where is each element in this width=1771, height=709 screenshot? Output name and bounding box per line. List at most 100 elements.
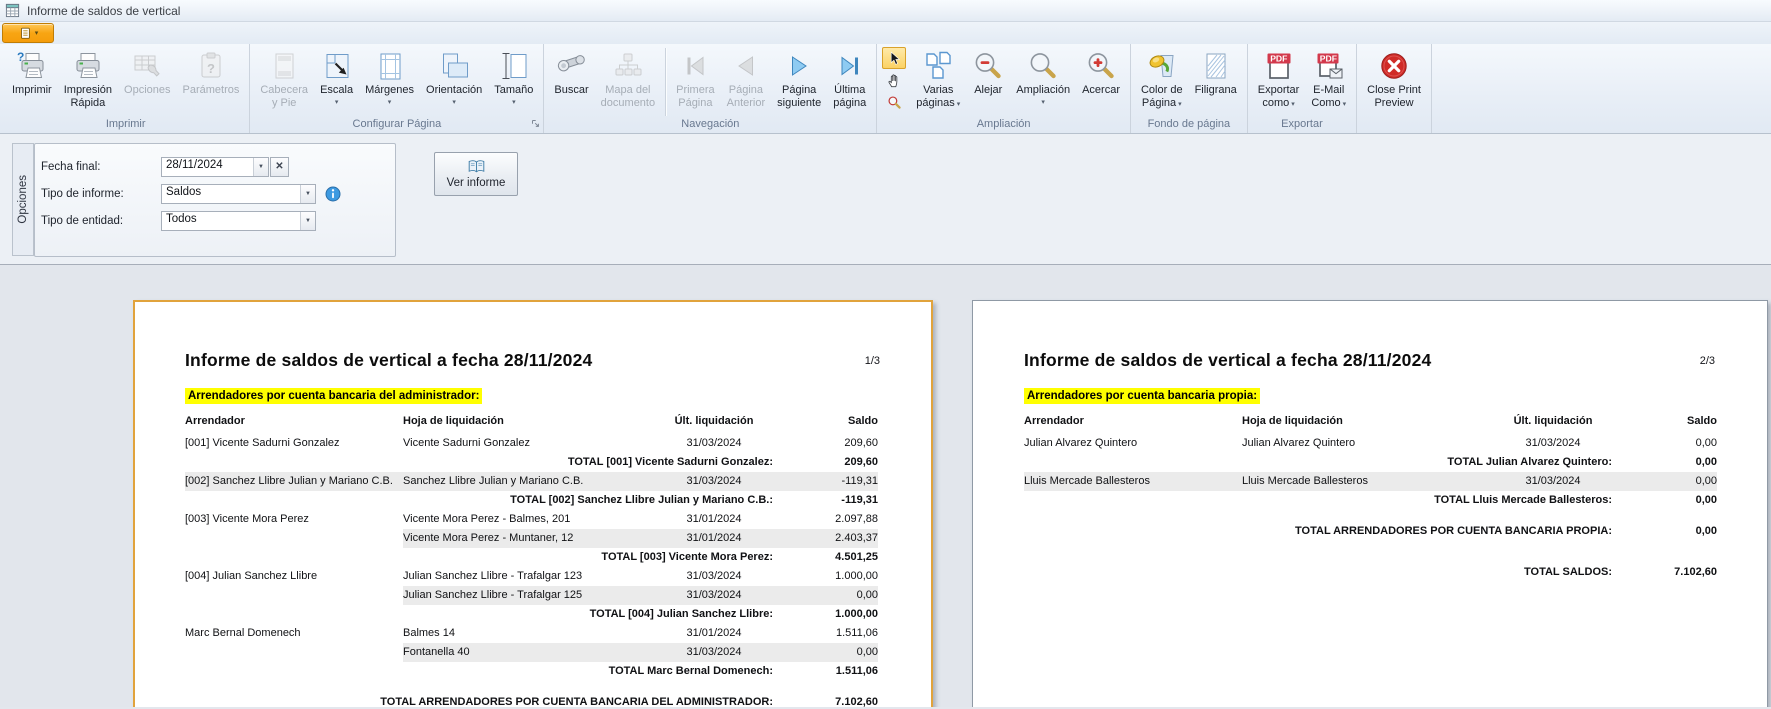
table-row: [003] Vicente Mora PerezVicente Mora Per…	[185, 510, 878, 529]
total-label: TOTAL Julian Alvarez Quintero:	[1024, 453, 1612, 472]
subtotal-row: TOTAL Julian Alvarez Quintero:0,00	[1024, 453, 1717, 472]
cabecera-y-pie-button: Cabeceray Pie	[254, 47, 314, 109]
chevron-down-icon: ▾	[1176, 101, 1181, 108]
ribbon-group-fondo-de-pagina: Color dePágina ▾FiligranaFondo de página	[1131, 44, 1248, 133]
total-label: TOTAL [001] Vicente Sadurni Gonzalez:	[185, 453, 773, 472]
table-cell: 31/03/2024	[655, 643, 773, 662]
clear-date-button[interactable]: ✕	[270, 157, 289, 177]
column-header: Hoja de liquidación	[403, 413, 655, 434]
svg-text:?: ?	[207, 61, 215, 76]
table-row: Vicente Mora Perez - Muntaner, 1231/01/2…	[185, 529, 878, 548]
table-row: Julian Alvarez QuinteroJulian Alvarez Qu…	[1024, 434, 1717, 453]
buscar-button[interactable]: Buscar	[548, 47, 594, 97]
color-de-pagina-button[interactable]: Color dePágina ▾	[1135, 47, 1189, 111]
ampliacion-button[interactable]: Ampliación▾	[1010, 47, 1076, 109]
report-page-2-of-3[interactable]: Informe de saldos de vertical a fecha 28…	[972, 300, 1768, 707]
mano-button[interactable]	[882, 69, 906, 91]
chevron-down-icon[interactable]: ▼	[300, 212, 315, 230]
subtotal-row: TOTAL Lluis Mercade Ballesteros:0,00	[1024, 491, 1717, 510]
binoculars-icon	[556, 49, 588, 82]
ribbon-group-label: Imprimir	[2, 117, 249, 133]
chevron-down-icon: ▾	[35, 29, 39, 37]
escala-button[interactable]: Escala▾	[314, 47, 359, 109]
grand-total-row: TOTAL ARRENDADORES POR CUENTA BANCARIA D…	[185, 681, 878, 707]
tipo-entidad-select[interactable]: Todos ▼	[161, 211, 316, 231]
total-label: TOTAL ARRENDADORES POR CUENTA BANCARIA D…	[185, 681, 773, 707]
ribbon-group-imprimir: ?ImprimirImpresiónRápidaOpciones?Parámet…	[2, 44, 250, 133]
table-cell: 31/03/2024	[655, 567, 773, 586]
application-menu-button[interactable]: ▾	[2, 23, 54, 43]
table-cell: Julian Alvarez Quintero	[1242, 434, 1494, 453]
table-cell: 1.000,00	[773, 567, 878, 586]
subtotal-row: TOTAL [001] Vicente Sadurni Gonzalez:209…	[185, 453, 878, 472]
dialog-launcher-icon[interactable]	[530, 118, 541, 129]
magnifier-icon	[1027, 49, 1059, 82]
total-value: 0,00	[1612, 453, 1717, 472]
ribbon-group-configurar-pagina: Cabeceray PieEscala▾Márgenes▾Orientación…	[250, 44, 544, 133]
section-heading: Arrendadores por cuenta bancaria propia:	[1024, 388, 1260, 404]
ribbon-group-label: Ampliación	[877, 117, 1130, 133]
table-cell: Marc Bernal Domenech	[185, 624, 403, 643]
margenes-button[interactable]: Márgenes▾	[359, 47, 420, 109]
impresion-rapida-button[interactable]: ImpresiónRápida	[58, 47, 118, 109]
tipo-informe-select[interactable]: Saldos ▼	[161, 184, 316, 204]
table-header-row: ArrendadorHoja de liquidaciónÚlt. liquid…	[185, 413, 878, 434]
subtotal-row: TOTAL [004] Julian Sanchez Llibre:1.000,…	[185, 605, 878, 624]
filigrana-button[interactable]: Filigrana	[1189, 47, 1243, 97]
chevron-down-icon[interactable]: ▼	[300, 185, 315, 203]
ribbon-group-navegacion: BuscarMapa deldocumentoPrimeraPáginaPági…	[544, 44, 877, 133]
chevron-down-icon: ▾	[1341, 101, 1346, 108]
ultima-pagina-button[interactable]: Últimapágina	[827, 47, 872, 109]
total-label: TOTAL Lluis Mercade Ballesteros:	[1024, 491, 1612, 510]
ver-informe-label: Ver informe	[447, 177, 506, 189]
chevron-down-icon: ▾	[494, 97, 533, 110]
pagina-anterior-button: PáginaAnterior	[721, 47, 772, 109]
table-cell: 31/03/2024	[655, 586, 773, 605]
fecha-final-input[interactable]: 28/11/2024 ▼	[161, 157, 269, 177]
multiple-pages-icon	[922, 49, 954, 82]
ribbon-group-close: Close PrintPreview	[1357, 44, 1432, 133]
svg-text:PDF: PDF	[1320, 53, 1337, 63]
chevron-down-icon[interactable]: ▼	[253, 158, 268, 176]
print-preview-area: Informe de saldos de vertical a fecha 28…	[0, 265, 1771, 707]
pagina-siguiente-button[interactable]: Páginasiguiente	[771, 47, 827, 109]
fecha-final-value: 28/11/2024	[162, 158, 253, 176]
tamano-button[interactable]: Tamaño▾	[488, 47, 539, 109]
imprimir-button[interactable]: ?Imprimir	[6, 47, 58, 97]
watermark-icon	[1200, 49, 1232, 82]
report-page-1-of-3[interactable]: Informe de saldos de vertical a fecha 28…	[133, 300, 933, 707]
field-row-tipo-informe: Tipo de informe: Saldos ▼	[41, 183, 395, 204]
table-row: Julian Sanchez Llibre - Trafalgar 12531/…	[185, 586, 878, 605]
ribbon-group-label: Navegación	[544, 117, 876, 133]
acercar-button[interactable]: Acercar	[1076, 47, 1126, 97]
options-tab-label: Opciones	[17, 175, 29, 224]
window-title: Informe de saldos de vertical	[27, 4, 180, 18]
export-pdf-icon: PDF	[1263, 49, 1295, 82]
tipo-informe-label: Tipo de informe:	[41, 188, 161, 200]
ribbon: ?ImprimirImpresiónRápidaOpciones?Parámet…	[0, 44, 1771, 134]
email-como-button[interactable]: PDFE-MailComo ▾	[1305, 47, 1352, 111]
table-cell	[185, 643, 403, 662]
ribbon-group-ampliacion: Variaspáginas ▾AlejarAmpliación▾Acercar A…	[877, 44, 1131, 133]
total-value: 1.000,00	[773, 605, 878, 624]
report-options-panel: Fecha final: 28/11/2024 ▼ ✕ Tipo de info…	[34, 143, 396, 257]
alejar-button[interactable]: Alejar	[966, 47, 1010, 97]
varias-paginas-button[interactable]: Variaspáginas ▾	[910, 47, 966, 111]
options-side-tab[interactable]: Opciones	[12, 143, 34, 256]
ver-informe-button[interactable]: Ver informe	[434, 152, 518, 196]
table-cell: Lluis Mercade Ballesteros	[1024, 472, 1242, 491]
exportar-como-button[interactable]: PDFExportarcomo ▾	[1252, 47, 1306, 111]
tipo-entidad-value: Todos	[162, 212, 300, 230]
close-print-preview-button[interactable]: Close PrintPreview	[1361, 47, 1427, 109]
total-label: TOTAL [003] Vicente Mora Perez:	[185, 548, 773, 567]
total-label: TOTAL [004] Julian Sanchez Llibre:	[185, 605, 773, 624]
table-cell: Fontanella 40	[403, 643, 655, 662]
ribbon-group-label	[1357, 129, 1431, 133]
column-header: Arrendador	[185, 413, 403, 434]
field-row-fecha-final: Fecha final: 28/11/2024 ▼ ✕	[41, 156, 395, 177]
tipo-informe-value: Saldos	[162, 185, 300, 203]
fecha-final-label: Fecha final:	[41, 161, 161, 173]
orientacion-button[interactable]: Orientación▾	[420, 47, 488, 109]
puntero-button[interactable]	[882, 47, 906, 69]
zoom-herramienta-button[interactable]	[882, 91, 906, 113]
